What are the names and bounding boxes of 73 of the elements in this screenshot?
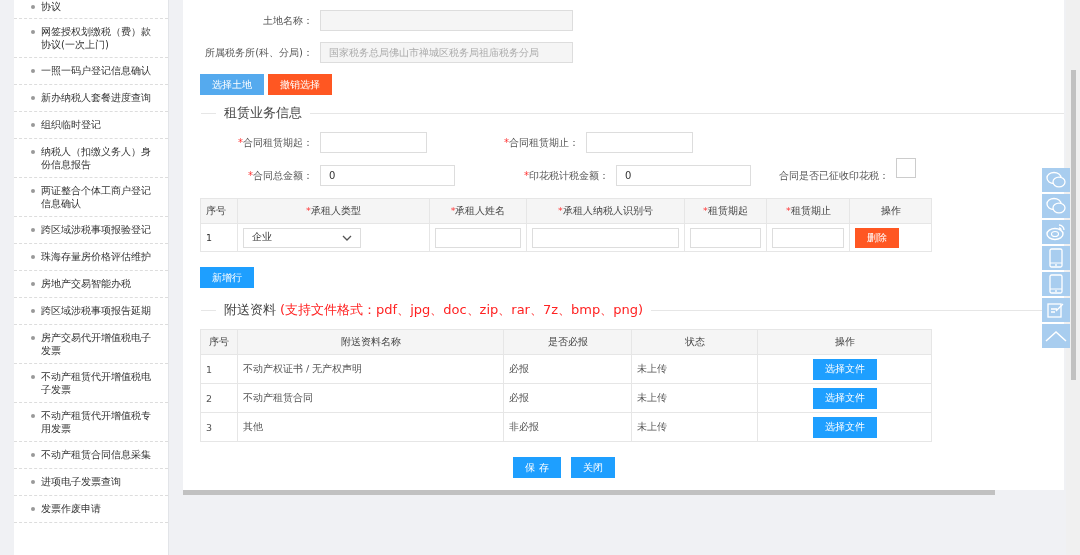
sidebar-item[interactable]: 不动产租赁合同信息采集 [14,442,168,469]
back-to-top-icon[interactable] [1045,330,1067,342]
sidebar-item[interactable]: 跨区域涉税事项报告延期 [14,298,168,325]
phone-icon[interactable] [1049,274,1063,294]
input-field[interactable] [689,227,762,248]
column-header: 序号 [200,329,238,355]
sidebar-item[interactable]: 跨区域涉税事项报验登记 [14,217,168,244]
field-label: *合同租赁期止： [503,135,579,150]
scrollbar[interactable] [183,490,995,495]
phone-icon[interactable] [1049,248,1063,268]
field-label: *合同租赁期起： [237,135,313,150]
chevron-icon [342,234,352,241]
sidebar-item[interactable]: 发票作废申请 [14,496,168,523]
table-cell: 3 [200,412,238,442]
column-header: 是否必报 [503,329,632,355]
column-header: *租赁期起 [684,198,767,224]
table-cell: 必报 [503,354,632,384]
checkbox[interactable] [896,157,916,178]
column-header: 状态 [631,329,758,355]
table-cell: 1 [200,354,238,384]
edit-icon[interactable] [1047,301,1065,319]
input-field[interactable]: 0 [320,165,455,186]
table-cell: 1 [200,223,238,252]
column-header: *租赁期止 [766,198,850,224]
chat-icon[interactable] [1046,171,1066,189]
field-label: 土地名称： [262,13,313,28]
column-header: 附送资料名称 [237,329,504,355]
weibo-icon[interactable] [1046,223,1066,241]
input-field[interactable] [434,227,522,248]
table-cell: 未上传 [631,412,758,442]
table-cell: 不动产权证书 / 无产权声明 [237,354,504,384]
section-title: 租赁业务信息 [224,104,302,122]
column-header: 操作 [757,329,932,355]
table-cell: 非必报 [503,412,632,442]
input-field[interactable]: 0 [616,165,751,186]
input-field[interactable] [772,227,845,248]
sidebar-item[interactable]: 房地产交易智能办税 [14,271,168,298]
table-cell: 不动产租赁合同 [237,383,504,413]
sidebar-item[interactable]: 一照一码户登记信息确认 [14,58,168,85]
type-select[interactable]: 企业 [243,227,361,248]
sidebar-item[interactable]: 房产交易代开增值税电子发票 [14,325,168,364]
field-label: *合同总金额： [247,168,313,183]
column-header: *承租人姓名 [429,198,527,224]
table-cell: 必报 [503,383,632,413]
table-cell: 其他 [237,412,504,442]
input-field[interactable] [320,132,427,153]
field-label: *印花税计税金额： [523,168,609,183]
input-field[interactable] [532,227,679,248]
sidebar-item[interactable]: 网签授权划缴税（费）款协议(一次上门) [14,19,168,58]
format-hint: (支持文件格式：pdf、jpg、doc、zip、rar、7z、bmp、png) [280,301,644,319]
table-cell: 未上传 [631,383,758,413]
scrollbar[interactable] [1071,70,1076,380]
column-header: *承租人类型 [237,198,430,224]
checkbox-label: 合同是否已征收印花税： [778,168,889,183]
input-field[interactable] [586,132,693,153]
sidebar-item[interactable]: 组织临时登记 [14,112,168,139]
sidebar-item[interactable]: 珠海存量房价格评估维护 [14,244,168,271]
sidebar-item[interactable]: 进项电子发票查询 [14,469,168,496]
sidebar-item[interactable]: 不动产租赁代开增值税专用发票 [14,403,168,442]
sidebar-item[interactable]: 不动产租赁代开增值税电子发票 [14,364,168,403]
table-cell: 未上传 [631,354,758,384]
sidebar-item[interactable]: 纳税人（扣缴义务人）身份信息报告 [14,139,168,178]
field-label: 所属税务所(科、分局)： [204,45,313,60]
section-title: 附送资料 [224,301,276,319]
sidebar-item[interactable]: 新办纳税人套餐进度查询 [14,85,168,112]
sidebar-item[interactable]: 两证整合个体工商户登记信息确认 [14,178,168,217]
column-header: *承租人纳税人识别号 [526,198,685,224]
sidebar-item[interactable]: 协议 [14,0,168,19]
chat-icon[interactable] [1046,197,1066,215]
input-field[interactable] [320,10,573,31]
column-header: 序号 [200,198,238,224]
column-header: 操作 [849,198,932,224]
table-cell: 2 [200,383,238,413]
